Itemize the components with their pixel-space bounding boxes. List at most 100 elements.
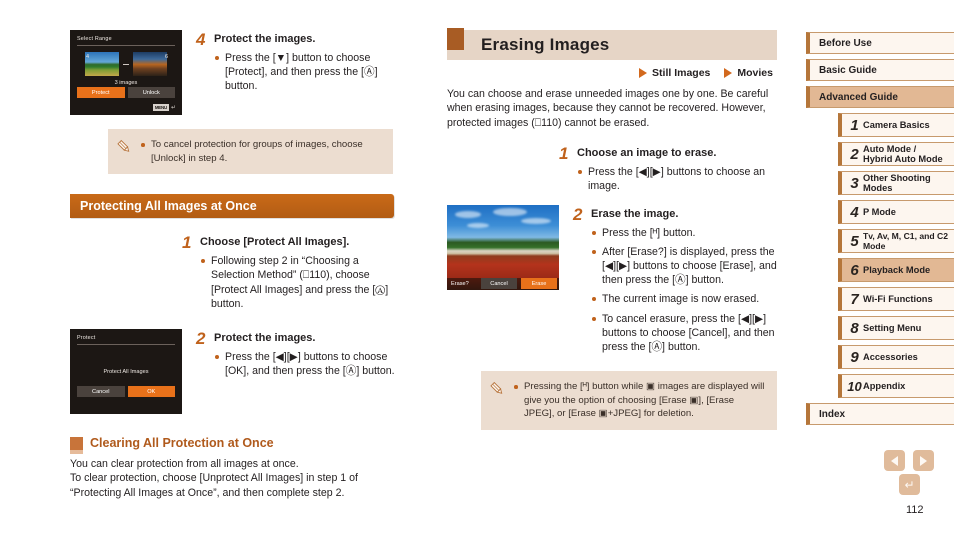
chapter-label: Auto Mode / Hybrid Auto Mode <box>863 143 943 165</box>
chapter-number: 1 <box>850 116 859 134</box>
sidebar-navigation: Before Use Basic Guide Advanced Guide 1 … <box>806 32 954 430</box>
heading-marker-icon <box>447 28 464 50</box>
step-title: Erase the image. <box>591 207 679 220</box>
lcd-erase-confirm: Erase? Cancel Erase <box>447 204 559 290</box>
note-list: Pressing the [ᴴ] button while ▣ images a… <box>513 380 767 421</box>
sidebar-chapter-1[interactable]: 1 Camera Basics <box>838 113 954 137</box>
step-bullets: Following step 2 in “Choosing a Selectio… <box>200 254 400 311</box>
chapter-number: 9 <box>850 348 859 366</box>
page-number: 112 <box>906 504 924 516</box>
note-callout-raw-jpeg: Pressing the [ᴴ] button while ▣ images a… <box>481 371 777 431</box>
chapter-label: Accessories <box>863 351 918 362</box>
right-column: Erasing Images Still Images Movies You c… <box>447 28 777 431</box>
step4-block: Select Range 4 6 3 images Protect Unlock… <box>70 30 400 115</box>
sidebar-chapter-4[interactable]: 4 P Mode <box>838 200 954 224</box>
sidebar-chapter-list: 1 Camera Basics 2 Auto Mode / Hybrid Aut… <box>838 113 954 398</box>
sidebar-chapter-5[interactable]: 5 Tv, Av, M, C1, and C2 Mode <box>838 229 954 253</box>
sidebar-chapter-9[interactable]: 9 Accessories <box>838 345 954 369</box>
step-number: 1 <box>559 144 569 164</box>
range-count-caption: 3 images <box>114 80 138 86</box>
bullet-item: To cancel erasure, press the [◀][▶] butt… <box>591 312 777 355</box>
chapter-number: 3 <box>850 174 859 192</box>
left-column: Select Range 4 6 3 images Protect Unlock… <box>70 30 400 500</box>
step-4: 4 Protect the images. Press the [▼] butt… <box>196 30 400 115</box>
sidebar-item-basic-guide[interactable]: Basic Guide <box>806 59 954 81</box>
step2-block: Protect Protect All Images Cancel OK 2 P… <box>70 329 400 414</box>
next-page-button[interactable] <box>913 450 934 471</box>
step-bullets: Press the [▼] button to choose [Protect]… <box>214 51 400 94</box>
bullet-item: Press the [◀][▶] buttons to choose [OK],… <box>214 350 400 378</box>
step-title: Choose an image to erase. <box>577 147 717 160</box>
thumbnail-end <box>133 52 167 76</box>
chapter-number: 6 <box>850 261 859 279</box>
sidebar-item-index[interactable]: Index <box>806 403 954 425</box>
sidebar-item-label: Index <box>819 408 846 420</box>
chapter-label: Wi-Fi Functions <box>863 293 933 304</box>
bullet-item: The current image is now erased. <box>591 292 777 306</box>
chapter-label: Setting Menu <box>863 322 922 333</box>
lcd-title: Select Range <box>77 36 112 42</box>
chapter-number: 5 <box>850 232 859 250</box>
sidebar-chapter-7[interactable]: 7 Wi-Fi Functions <box>838 287 954 311</box>
lcd-protect-all: Protect Protect All Images Cancel OK <box>70 329 182 414</box>
bullet-item: Following step 2 in “Choosing a Selectio… <box>200 254 400 311</box>
sidebar-item-label: Basic Guide <box>819 64 877 76</box>
step-number: 1 <box>182 233 192 253</box>
page-navigation <box>884 450 934 471</box>
cloud-shape <box>467 222 489 228</box>
lcd-divider <box>77 45 175 46</box>
step-bullets: Press the [◀][▶] buttons to choose [OK],… <box>214 350 400 378</box>
sidebar-item-label: Advanced Guide <box>819 91 898 103</box>
pencil-icon <box>116 138 134 165</box>
chapter-number: 7 <box>850 290 859 308</box>
lcd-erase-button: Erase <box>521 278 557 290</box>
bullet-item: Press the [▼] button to choose [Protect]… <box>214 51 400 94</box>
chapter-label: P Mode <box>863 206 896 217</box>
lcd-button-row: Protect Unlock <box>77 87 175 98</box>
step-1-protect-all: 1 Choose [Protect All Images]. Following… <box>182 233 400 316</box>
tag-label: Movies <box>737 67 773 79</box>
cloud-shape <box>493 207 527 216</box>
note-callout-unlock: To cancel protection for groups of image… <box>108 129 393 175</box>
bullet-item: Press the [◀][▶] buttons to choose an im… <box>577 165 777 193</box>
cloud-shape <box>521 217 551 224</box>
subsection-marker-icon <box>70 436 83 454</box>
chapter-number: 2 <box>850 145 859 163</box>
sidebar-chapter-3[interactable]: 3 Other Shooting Modes <box>838 171 954 195</box>
note-list: To cancel protection for groups of image… <box>140 138 383 165</box>
erase-prompt: Erase? <box>451 280 469 287</box>
return-icon: ↵ <box>904 477 915 492</box>
thumbnail-start <box>85 52 119 76</box>
bullet-item: Press the [ᴴ] button. <box>591 226 777 240</box>
sidebar-chapter-8[interactable]: 8 Setting Menu <box>838 316 954 340</box>
sidebar-chapter-6[interactable]: 6 Playback Mode <box>838 258 954 282</box>
lcd-button-row: Cancel OK <box>77 386 175 397</box>
step-number: 2 <box>573 204 583 224</box>
note-item: Pressing the [ᴴ] button while ▣ images a… <box>513 380 767 421</box>
manual-page: Select Range 4 6 3 images Protect Unlock… <box>0 0 954 537</box>
chapter-label: Playback Mode <box>863 264 931 275</box>
menu-label: MENU <box>152 104 169 111</box>
range-dash-icon <box>123 63 129 65</box>
step-number: 4 <box>196 30 206 49</box>
return-button[interactable]: ↵ <box>899 474 920 495</box>
chapter-number: 8 <box>850 319 859 337</box>
sidebar-item-advanced-guide[interactable]: Advanced Guide <box>806 86 954 108</box>
page-title: Erasing Images <box>481 35 610 54</box>
lcd-unlock-button: Unlock <box>127 87 175 98</box>
return-arrow-icon: ↵ <box>170 103 176 111</box>
sidebar-chapter-2[interactable]: 2 Auto Mode / Hybrid Auto Mode <box>838 142 954 166</box>
step-bullets: Press the [ᴴ] button. After [Erase?] is … <box>591 226 777 355</box>
range-start-index: 4 <box>86 54 90 60</box>
sidebar-item-before-use[interactable]: Before Use <box>806 32 954 54</box>
tag-movies: Movies <box>724 67 773 79</box>
step2-erase-block: Erase? Cancel Erase 2 Erase the image. P… <box>447 204 777 360</box>
lcd-divider <box>77 344 175 345</box>
sidebar-chapter-10[interactable]: 10 Appendix <box>838 374 954 398</box>
chapter-number: 10 <box>847 378 862 394</box>
prev-page-button[interactable] <box>884 450 905 471</box>
intro-paragraph: You can choose and erase unneeded images… <box>447 88 769 129</box>
lcd-cancel-button: Cancel <box>77 386 125 397</box>
bullet-item: After [Erase?] is displayed, press the [… <box>591 245 777 288</box>
range-end-index: 6 <box>164 54 168 60</box>
